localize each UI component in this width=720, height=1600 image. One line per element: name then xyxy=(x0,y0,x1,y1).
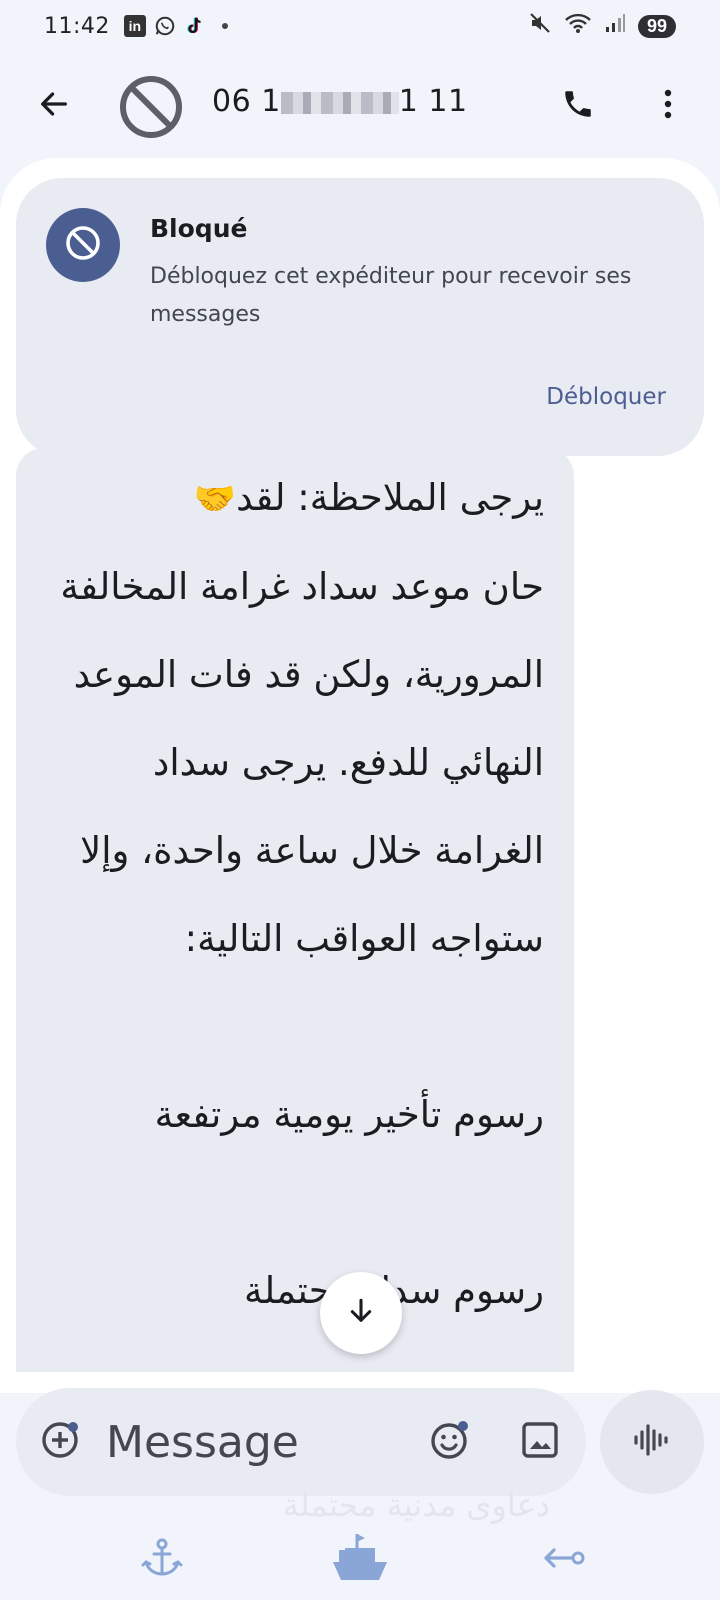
emoji-icon xyxy=(429,1419,471,1465)
contact-number-suffix: 1 11 xyxy=(398,84,468,119)
mute-icon xyxy=(528,11,552,41)
compose-bar xyxy=(16,1388,586,1496)
signal-icon xyxy=(604,12,626,40)
emoji-button[interactable] xyxy=(426,1418,474,1466)
nav-recents-button[interactable] xyxy=(534,1530,594,1590)
status-time: 11:42 xyxy=(44,13,110,39)
redacted-digits xyxy=(280,91,399,114)
linkedin-icon: in xyxy=(123,15,146,37)
message-text: يرجى الملاحظة: لقد🤝 حان موعد سداد غرامة … xyxy=(54,454,544,1335)
scroll-to-bottom-button[interactable] xyxy=(320,1272,402,1354)
system-icons: 99 xyxy=(528,11,676,41)
more-options-button[interactable] xyxy=(644,82,692,130)
phone-icon xyxy=(561,87,595,125)
blocked-banner-avatar xyxy=(46,208,120,282)
blocked-description: Débloquez cet expéditeur pour recevoir s… xyxy=(150,264,632,327)
add-attachment-button[interactable] xyxy=(38,1420,82,1464)
message-item-2: رسوم سداد محتملة xyxy=(244,1269,544,1312)
tiktok-icon xyxy=(184,15,206,37)
contact-number-prefix: 06 1 xyxy=(212,84,281,119)
conversation-header: 06 1 1 11 xyxy=(0,64,720,144)
incoming-message-bubble[interactable]: يرجى الملاحظة: لقد🤝 حان موعد سداد غرامة … xyxy=(16,448,574,1372)
back-button[interactable] xyxy=(30,82,78,130)
anchor-icon xyxy=(140,1536,184,1584)
blocked-icon xyxy=(118,76,184,144)
arrow-down-icon xyxy=(345,1295,377,1331)
add-circle-icon xyxy=(40,1420,80,1464)
blocked-icon xyxy=(63,223,103,267)
message-body: حان موعد سداد غرامة المخالفة المرورية، و… xyxy=(60,565,544,960)
system-navigation-bar xyxy=(0,1520,720,1600)
nav-back-button[interactable] xyxy=(134,1530,190,1590)
status-bar: 11:42 in 99 xyxy=(0,0,720,52)
more-notifications-dot xyxy=(221,23,228,29)
message-item-1: رسوم تأخير يومية مرتفعة xyxy=(154,1093,544,1136)
unblock-button[interactable]: Débloquer xyxy=(546,384,666,410)
whatsapp-icon xyxy=(154,15,176,37)
blocked-banner: Bloqué Débloquez cet expéditeur pour rec… xyxy=(16,178,704,456)
wifi-icon xyxy=(564,11,592,41)
ship-icon xyxy=(331,1530,389,1590)
voice-message-button[interactable] xyxy=(600,1390,704,1494)
gallery-button[interactable] xyxy=(516,1418,564,1466)
arrow-left-icon xyxy=(37,87,71,125)
battery-indicator: 99 xyxy=(637,14,676,38)
handshake-emoji: 🤝 xyxy=(193,479,237,519)
blocked-title: Bloqué xyxy=(150,214,248,243)
contact-name[interactable]: 06 1 1 11 xyxy=(212,84,468,119)
nav-home-button[interactable] xyxy=(326,1530,394,1590)
key-arrow-icon xyxy=(542,1543,586,1577)
waveform-icon xyxy=(633,1422,671,1462)
more-vert-icon xyxy=(663,88,673,124)
scrolled-message-preview: دعاوى مدنية محتملة xyxy=(282,1486,550,1524)
notification-icons: in xyxy=(123,15,228,37)
contact-avatar[interactable] xyxy=(118,74,184,140)
message-line-1: يرجى الملاحظة: لقد🤝 xyxy=(54,454,544,543)
image-icon xyxy=(521,1421,559,1463)
call-button[interactable] xyxy=(554,82,602,130)
message-input[interactable] xyxy=(106,1410,386,1474)
